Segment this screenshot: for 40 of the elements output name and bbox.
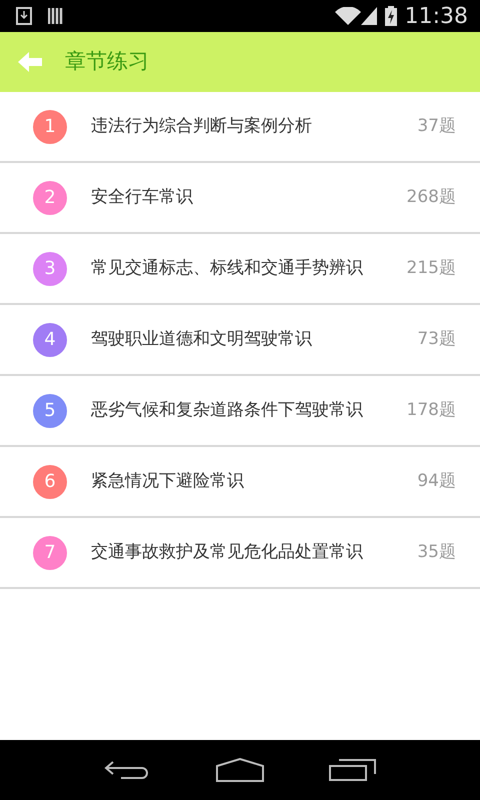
chapter-number: 3 [33, 252, 67, 286]
chapter-row[interactable]: 2 安全行车常识 268题 [0, 163, 480, 234]
chapter-title: 交通事故救护及常见危化品处置常识 [91, 540, 363, 564]
question-count: 268题 [406, 186, 456, 209]
home-button[interactable] [216, 758, 264, 782]
chapter-row[interactable]: 6 紧急情况下避险常识 94题 [0, 447, 480, 518]
chapter-row[interactable]: 4 驾驶职业道德和文明驾驶常识 73题 [0, 305, 480, 376]
chapter-title: 常见交通标志、标线和交通手势辨识 [91, 256, 363, 280]
chapter-title: 安全行车常识 [91, 186, 193, 209]
question-count: 215题 [406, 256, 456, 280]
question-count: 37题 [417, 114, 456, 138]
chapter-number: 2 [33, 180, 67, 214]
recent-apps-button[interactable] [329, 758, 378, 782]
clock-time: 11:38 [404, 2, 468, 30]
home-icon [216, 758, 264, 782]
recent-apps-icon [329, 758, 378, 782]
chapter-row[interactable]: 3 常见交通标志、标线和交通手势辨识 215题 [0, 234, 480, 305]
question-count: 178题 [406, 398, 456, 422]
chapter-number: 7 [33, 536, 67, 570]
chapter-title: 紧急情况下避险常识 [91, 470, 244, 493]
chapter-number: 4 [33, 322, 67, 356]
chapter-title: 违法行为综合判断与案例分析 [91, 114, 312, 138]
chapter-number: 1 [33, 110, 67, 144]
wifi-icon [334, 7, 361, 25]
chapter-title: 恶劣气候和复杂道路条件下驾驶常识 [91, 398, 363, 422]
battery-icon [384, 6, 397, 26]
barcode-icon [48, 8, 64, 24]
signal-icon [360, 7, 377, 25]
chapter-number: 5 [33, 394, 67, 428]
chapter-row[interactable]: 1 违法行为综合判断与案例分析 37题 [0, 92, 480, 163]
page-title: 章节练习 [65, 48, 149, 76]
chapter-row[interactable]: 7 交通事故救护及常见危化品处置常识 35题 [0, 518, 480, 589]
back-arrow-icon [18, 50, 42, 74]
question-count: 35题 [417, 540, 456, 564]
question-count: 94题 [417, 470, 456, 493]
download-icon [16, 7, 32, 25]
chapter-title: 驾驶职业道德和文明驾驶常识 [91, 328, 312, 351]
question-count: 73题 [417, 328, 456, 351]
chapter-number: 6 [33, 464, 67, 498]
chapter-row[interactable]: 5 恶劣气候和复杂道路条件下驾驶常识 178题 [0, 376, 480, 447]
